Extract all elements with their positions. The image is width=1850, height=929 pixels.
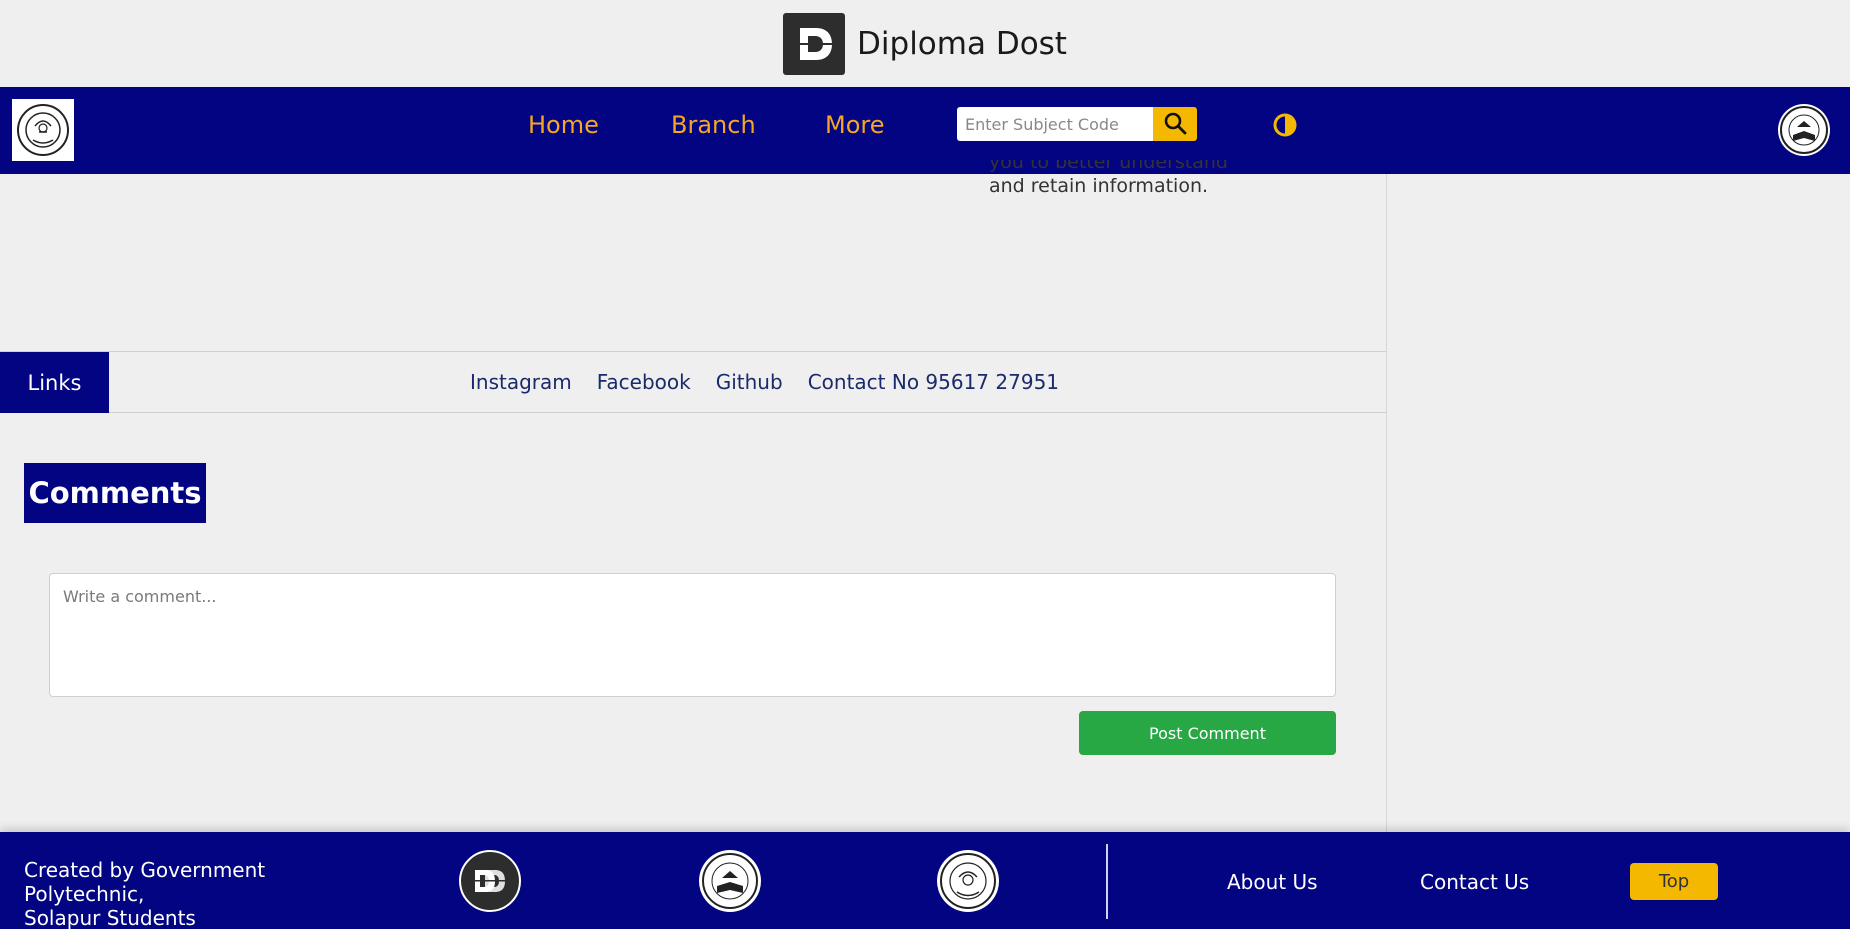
main-navbar: Home Branch More: [0, 87, 1850, 174]
subject-code-input[interactable]: [957, 107, 1153, 141]
facebook-link[interactable]: Facebook: [597, 370, 691, 394]
comment-textarea[interactable]: [49, 573, 1336, 697]
board-emblem-icon[interactable]: [1778, 104, 1830, 156]
college-footer-emblem-icon[interactable]: [937, 850, 999, 912]
sidebar-divider: [1386, 174, 1387, 832]
diploma-dost-footer-logo-icon[interactable]: [459, 850, 521, 912]
theme-toggle-button[interactable]: [1272, 112, 1298, 138]
subject-search: [957, 107, 1197, 141]
brand-header: Diploma Dost: [0, 0, 1850, 87]
links-bar: Links Instagram Facebook Github Contact …: [0, 351, 1386, 413]
search-icon: [1163, 111, 1187, 138]
article-text-line: you to better understand: [989, 160, 1228, 173]
contrast-icon: [1272, 113, 1298, 142]
links-tag: Links: [0, 352, 109, 413]
nav-more-link[interactable]: More: [825, 111, 885, 139]
social-links-list: Instagram Facebook Github Contact No 956…: [470, 370, 1059, 394]
nav-home-link[interactable]: Home: [528, 111, 599, 139]
article-text-fragment: you to better understand and retain info…: [989, 160, 1229, 198]
back-to-top-button[interactable]: Top: [1630, 863, 1718, 900]
site-footer: Created by Government Polytechnic, Solap…: [0, 832, 1850, 929]
footer-divider: [1106, 844, 1108, 919]
diploma-dost-logo-icon[interactable]: [783, 12, 846, 75]
college-emblem-icon[interactable]: [12, 99, 74, 161]
footer-credit-line: Solapur Students: [24, 906, 196, 929]
post-comment-button[interactable]: Post Comment: [1079, 711, 1336, 755]
article-text-line: and retain information.: [989, 175, 1209, 197]
board-footer-emblem-icon[interactable]: [699, 850, 761, 912]
instagram-link[interactable]: Instagram: [470, 370, 572, 394]
contact-number-link[interactable]: Contact No 95617 27951: [808, 370, 1059, 394]
about-us-link[interactable]: About Us: [1227, 870, 1318, 894]
search-button[interactable]: [1153, 107, 1197, 141]
contact-us-link[interactable]: Contact Us: [1420, 870, 1529, 894]
site-title: Diploma Dost: [857, 25, 1067, 62]
footer-credit-line: Created by Government Polytechnic,: [24, 858, 266, 906]
github-link[interactable]: Github: [716, 370, 783, 394]
comments-heading: Comments: [24, 463, 206, 523]
nav-branch-link[interactable]: Branch: [671, 111, 756, 139]
footer-credit: Created by Government Polytechnic, Solap…: [24, 858, 384, 929]
